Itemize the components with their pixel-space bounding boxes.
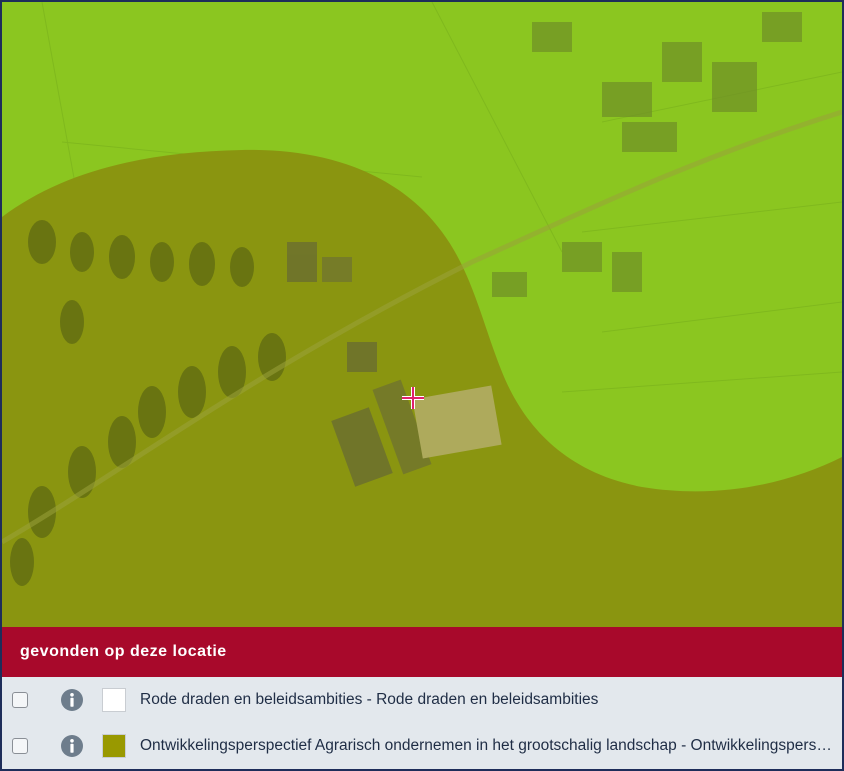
layer-checkbox[interactable] [12,738,28,754]
layer-row: Rode draden en beleidsambities - Rode dr… [2,677,842,723]
results-panel-title: gevonden op deze locatie [20,643,227,660]
layer-row: Ontwikkelingsperspectief Agrarisch onder… [2,723,842,769]
layer-label: Rode draden en beleidsambities - Rode dr… [140,691,599,708]
results-panel-header: gevonden op deze locatie [2,627,842,677]
layer-color-swatch [102,734,126,758]
map-window: gevonden op deze locatie Rode draden en … [0,0,844,771]
info-icon[interactable] [60,734,84,758]
layer-checkbox[interactable] [12,692,28,708]
layer-color-swatch [102,688,126,712]
info-icon[interactable] [60,688,84,712]
map-view[interactable] [2,2,842,627]
layer-list: Rode draden en beleidsambities - Rode dr… [2,677,842,769]
layer-label: Ontwikkelingsperspectief Agrarisch onder… [140,737,840,754]
